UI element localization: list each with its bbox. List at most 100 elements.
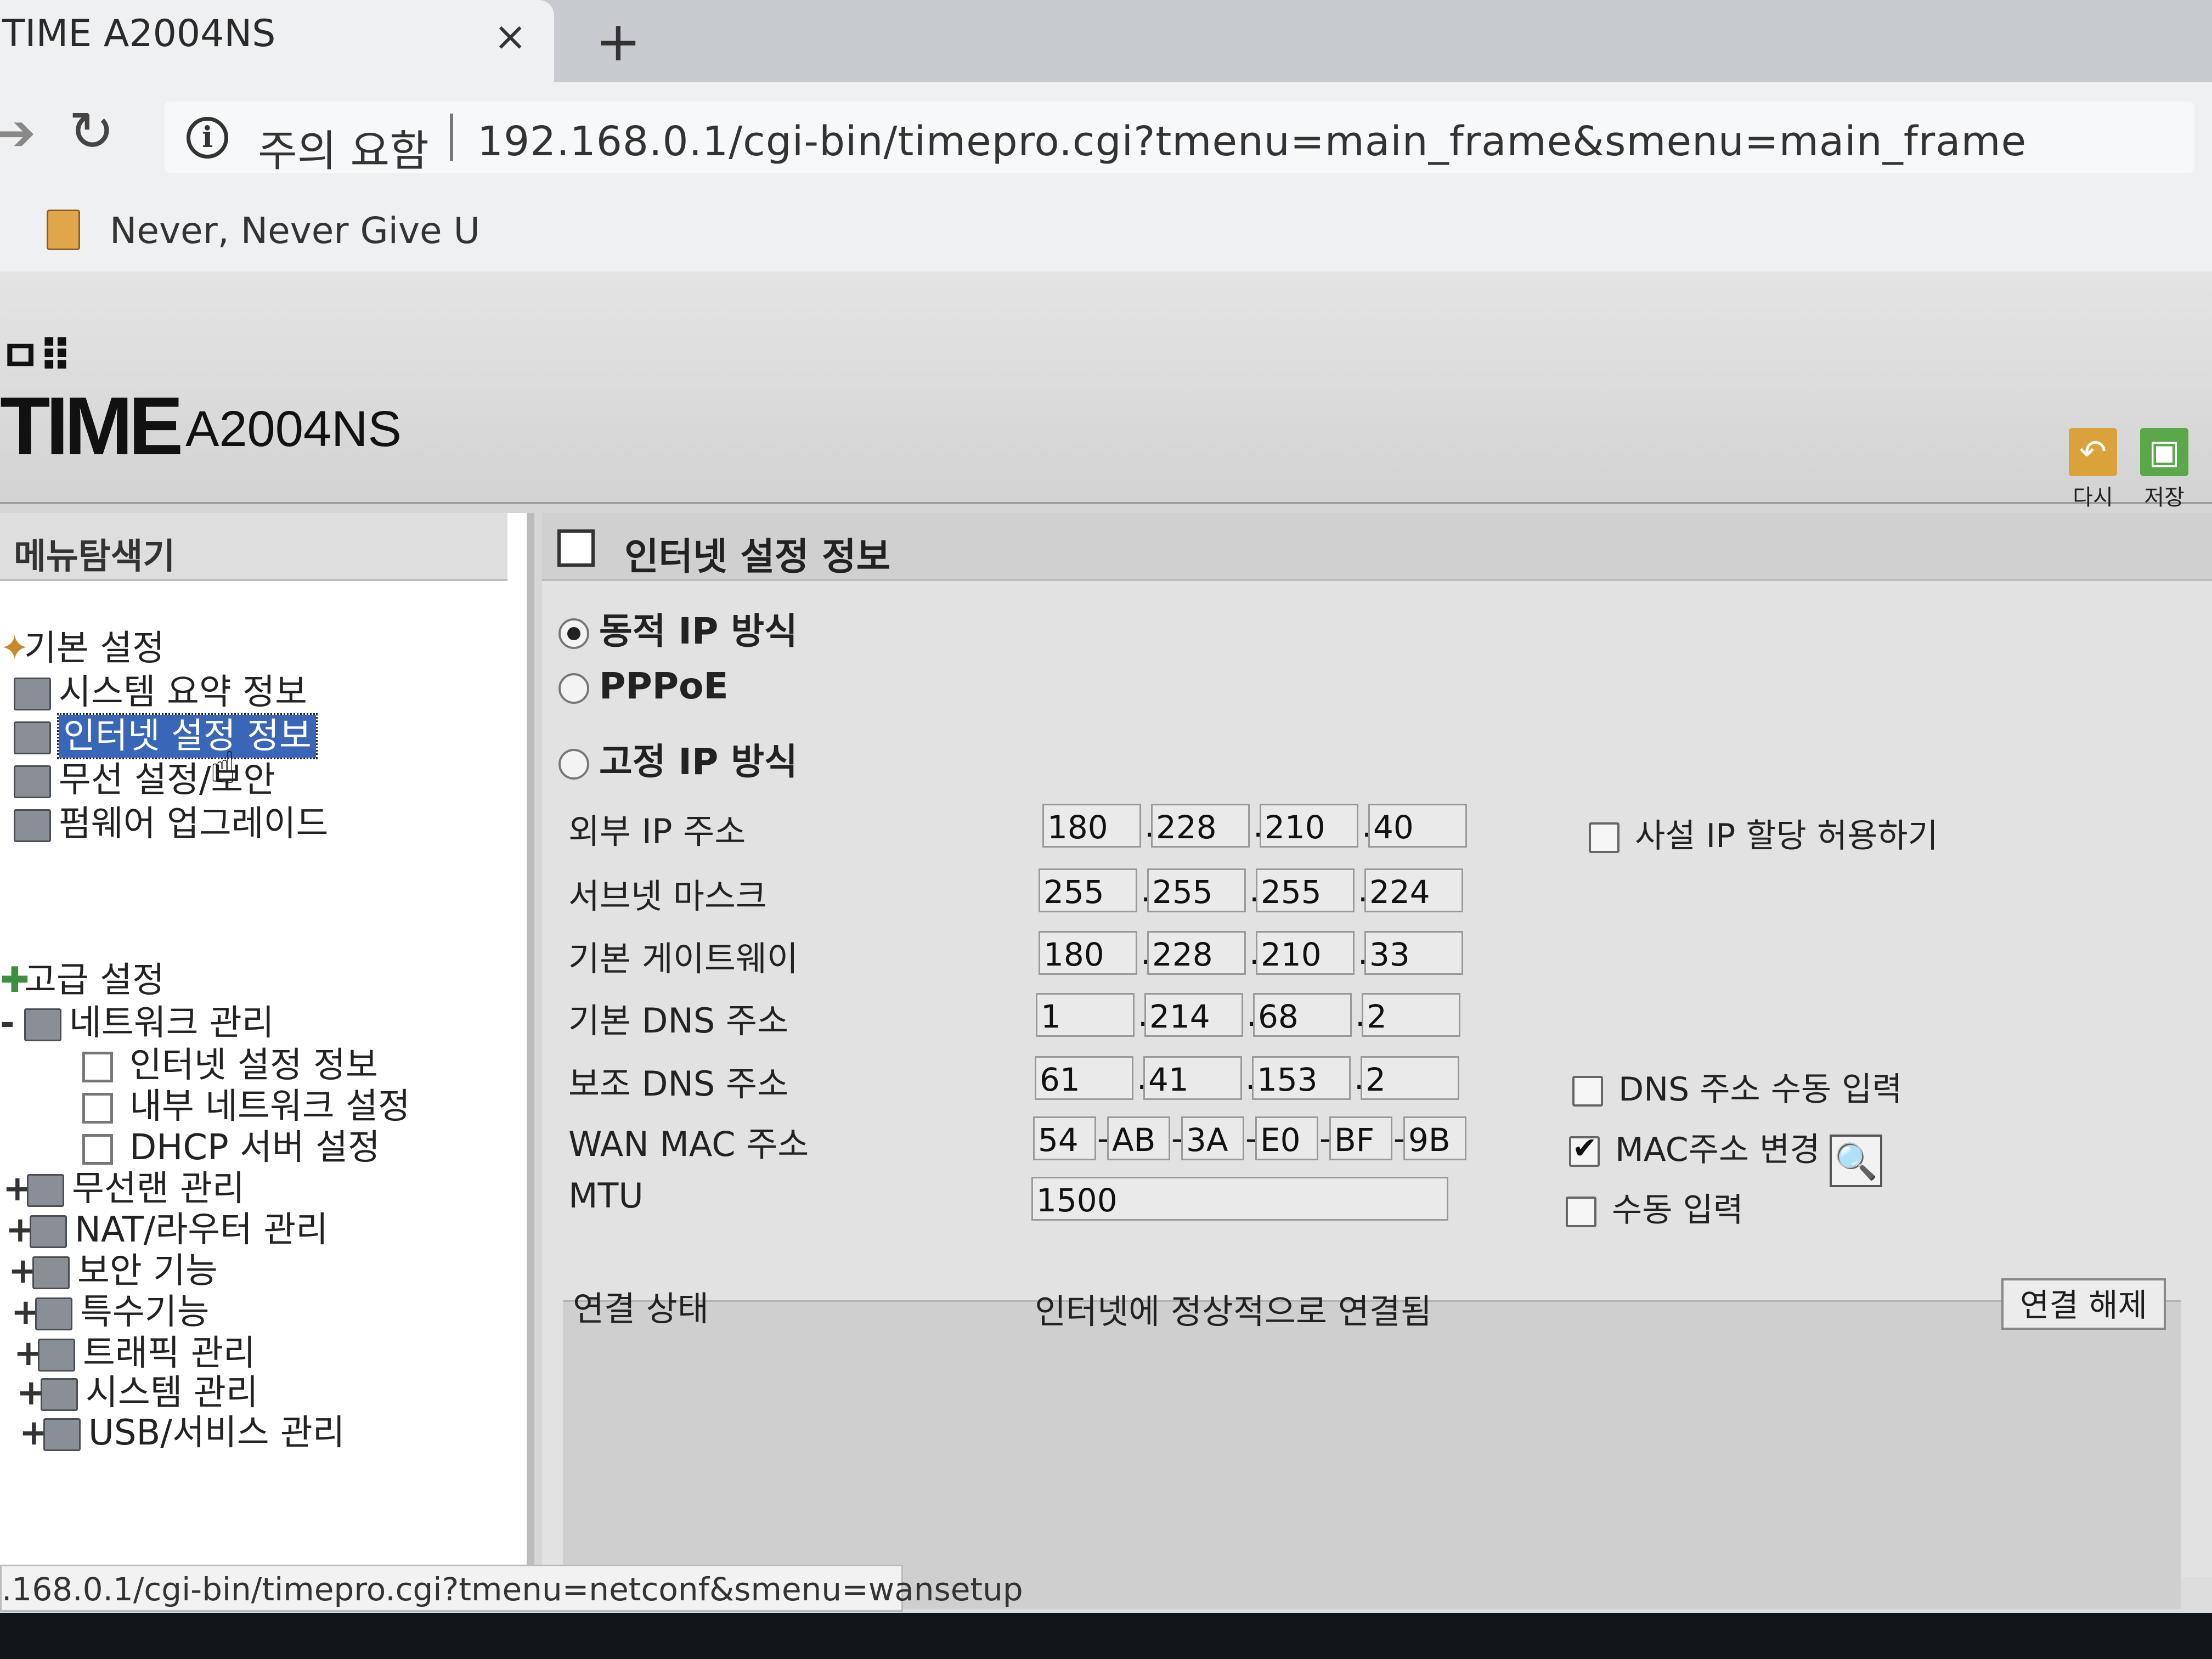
content-title: 인터넷 설정 정보 <box>624 535 891 579</box>
expand-icon[interactable]: + <box>8 1254 38 1289</box>
tree-firmware-upgrade[interactable]: 펌웨어 업그레이드 <box>14 806 328 843</box>
gateway-label: 기본 게이트웨이 <box>568 939 798 979</box>
tree-internal-network[interactable]: 내부 네트워크 설정 <box>82 1089 410 1124</box>
wifi-icon <box>27 1174 64 1207</box>
undo-icon: ↶ <box>2069 428 2117 476</box>
address-bar[interactable]: i 주의 요함 192.168.0.1/cgi-bin/timepro.cgi?… <box>165 101 2194 176</box>
mac-part-5: BF <box>1329 1116 1392 1160</box>
tree-nat-router[interactable]: + NAT/라우터 관리 <box>5 1210 329 1250</box>
external-ip-label: 외부 IP 주소 <box>568 811 746 851</box>
link-status-bar: .168.0.1/cgi-bin/timepro.cgi?tmenu=netco… <box>0 1565 1023 1612</box>
tree-network-management[interactable]: - 네트워크 관리 <box>0 1003 274 1043</box>
mode-pppoe[interactable]: PPPoE <box>558 665 729 707</box>
tree-security[interactable]: + 보안 기능 <box>8 1254 218 1290</box>
new-tab-icon[interactable]: + <box>595 14 641 69</box>
manual-input-option[interactable]: 수동 입력 <box>1566 1183 1743 1231</box>
menu-grid-icon: ㅁ⠿ <box>0 331 72 382</box>
option-label: 사설 IP 할당 허용하기 <box>1635 817 1938 855</box>
menu-explorer: 메뉴탐색기 ✦기본 설정 시스템 요약 정보 인터넷 설정 정보 무선 설정/보… <box>0 513 534 1577</box>
expand-icon[interactable]: + <box>14 1336 43 1371</box>
forward-icon[interactable]: ➔ <box>0 109 36 158</box>
dns-secondary-label: 보조 DNS 주소 <box>568 1064 789 1104</box>
radio-pppoe[interactable] <box>558 673 589 704</box>
expand-icon[interactable]: + <box>11 1295 41 1330</box>
tree-label: 네트워크 관리 <box>69 1003 274 1043</box>
mac-part-1: 54 <box>1033 1116 1096 1160</box>
mtu-label: MTU <box>568 1176 644 1216</box>
hand-cursor-icon: ☝ <box>210 742 236 793</box>
tree-basic-settings[interactable]: ✦기본 설정 <box>0 631 165 666</box>
external-ip-octet-1: 180 <box>1042 804 1141 848</box>
tree-system-summary[interactable]: 시스템 요약 정보 <box>14 672 307 713</box>
tree-net-internet-settings[interactable]: 인터넷 설정 정보 <box>82 1048 378 1083</box>
header-bar: ㅁ⠿ TIME A2004NS ↶ 다시 ▣ 저장 <box>0 272 2212 510</box>
save-button[interactable]: ▣ 저장 <box>2131 428 2197 511</box>
mac-change-checkbox[interactable] <box>1569 1131 1600 1167</box>
disconnect-button[interactable]: 연결 해제 <box>2001 1278 2166 1330</box>
mode-label: PPPoE <box>599 665 729 707</box>
browser-tab[interactable]: TIME A2004NS × <box>0 0 554 82</box>
reload-icon[interactable]: ↻ <box>69 104 115 159</box>
retry-button[interactable]: ↶ 다시 <box>2060 428 2126 511</box>
radio-static-ip[interactable] <box>558 748 589 780</box>
tab-close-icon[interactable]: × <box>494 16 527 56</box>
expand-icon[interactable]: + <box>16 1375 46 1410</box>
expand-icon[interactable]: + <box>19 1415 49 1451</box>
page-icon <box>82 1134 113 1165</box>
upgrade-icon <box>14 809 51 843</box>
connection-status-label: 연결 상태 <box>573 1289 709 1329</box>
tree-system-management[interactable]: + 시스템 관리 <box>16 1375 258 1412</box>
radio-dynamic-ip[interactable] <box>558 618 589 649</box>
model-name: A2004NS <box>185 401 402 457</box>
mode-dynamic-ip[interactable]: 동적 IP 방식 <box>558 602 798 654</box>
retry-label: 다시 <box>2073 485 2113 510</box>
save-label: 저장 <box>2144 485 2185 510</box>
private-ip-checkbox[interactable] <box>1589 822 1620 854</box>
mac-change-option[interactable]: MAC주소 변경 <box>1569 1123 1820 1171</box>
tree-wireless-lan[interactable]: + 무선랜 관리 <box>3 1171 245 1207</box>
tree-advanced-settings[interactable]: ✚고급 설정 <box>0 963 165 998</box>
tree-dhcp-server[interactable]: DHCP 서버 설정 <box>82 1130 380 1165</box>
mode-static-ip[interactable]: 고정 IP 방식 <box>558 732 798 785</box>
lock-icon <box>32 1256 70 1290</box>
folder-icon: ✦ <box>0 628 30 669</box>
security-warning[interactable]: 주의 요함 <box>258 117 429 178</box>
magnifier-icon[interactable]: 🔍 <box>1830 1135 1882 1187</box>
mac-part-4: E0 <box>1255 1116 1318 1160</box>
tree-label: USB/서비스 관리 <box>88 1413 345 1453</box>
tree-label: 시스템 요약 정보 <box>59 672 307 713</box>
subnet-octet-2: 255 <box>1147 868 1246 912</box>
page-icon <box>82 1052 113 1083</box>
dns-primary-octet-1: 1 <box>1036 993 1135 1037</box>
collapse-icon[interactable]: - <box>0 1006 24 1041</box>
private-ip-option[interactable]: 사설 IP 할당 허용하기 <box>1589 809 1938 857</box>
connection-status-area <box>563 1300 2181 1609</box>
expand-icon[interactable]: + <box>3 1171 32 1206</box>
tab-title: TIME A2004NS <box>2 12 276 55</box>
dns-primary-octet-4: 2 <box>1362 993 1460 1037</box>
tree-label: 내부 네트워크 설정 <box>129 1086 410 1127</box>
external-ip-octet-3: 210 <box>1260 804 1358 848</box>
manual-input-checkbox[interactable] <box>1566 1197 1596 1228</box>
dns-primary-octet-3: 68 <box>1253 993 1352 1037</box>
sidebar-title: 메뉴탐색기 <box>14 537 176 577</box>
gateway-octet-1: 180 <box>1039 931 1137 975</box>
dns-manual-option[interactable]: DNS 주소 수동 입력 <box>1572 1063 1903 1110</box>
dns-secondary-octet-3: 153 <box>1252 1056 1351 1100</box>
tree-internet-settings[interactable]: 인터넷 설정 정보 <box>14 713 318 759</box>
tree-special-functions[interactable]: + 특수기능 <box>11 1295 210 1331</box>
url-divider <box>450 114 453 161</box>
dns-manual-checkbox[interactable] <box>1572 1076 1603 1107</box>
tree-label: NAT/라우터 관리 <box>75 1210 329 1250</box>
expand-icon[interactable]: + <box>5 1212 35 1248</box>
wifi-icon <box>14 765 51 799</box>
browser-toolbar: ➔ ↻ i 주의 요함 192.168.0.1/cgi-bin/timepro.… <box>0 82 2212 198</box>
tree-traffic[interactable]: + 트래픽 관리 <box>14 1336 256 1372</box>
info-icon[interactable]: i <box>187 117 228 159</box>
url-text[interactable]: 192.168.0.1/cgi-bin/timepro.cgi?tmenu=ma… <box>477 118 2027 165</box>
bookmark-item[interactable]: Never, Never Give U <box>110 210 480 252</box>
internet-settings-panel: 인터넷 설정 정보 동적 IP 방식 PPPoE 고정 IP 방식 외부 IP … <box>542 513 2212 1609</box>
brand-logo: TIME <box>0 380 183 472</box>
monitor-icon <box>14 721 51 755</box>
tree-usb-services[interactable]: + USB/서비스 관리 <box>19 1413 345 1453</box>
